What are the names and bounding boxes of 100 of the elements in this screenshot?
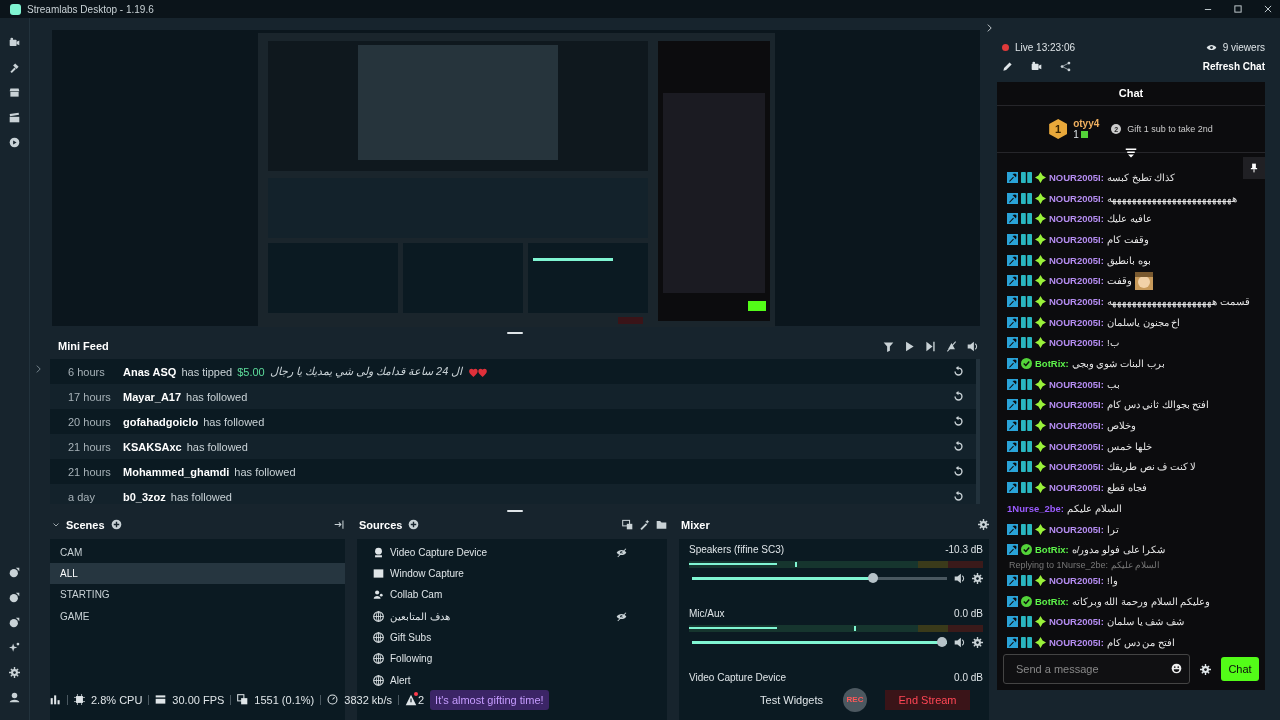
chat-message: وقفت كام [1106, 233, 1149, 245]
chat-message: شف شف يا سلمان [1106, 616, 1184, 628]
source-item[interactable]: Window Capture [390, 568, 627, 580]
chevron-icon[interactable] [52, 520, 60, 529]
source-item[interactable]: Following [390, 653, 627, 665]
volume-reading: -10.3 dB [945, 543, 983, 555]
event-action: has followed [203, 415, 265, 428]
chat-message: ب! [1106, 337, 1119, 349]
chat-message: هههههههههههههههههههههههههه [1106, 192, 1237, 204]
speaker-icon[interactable] [954, 636, 965, 648]
gavel-icon [1007, 378, 1018, 390]
scene-item[interactable]: ALL [50, 562, 345, 585]
store-icon[interactable] [9, 87, 20, 98]
emoji-icon[interactable] [1171, 663, 1182, 674]
replay-icon[interactable] [953, 491, 964, 503]
diamond-icon [1035, 316, 1046, 328]
warning-icon[interactable] [405, 693, 417, 706]
clapperboard-icon[interactable] [9, 112, 20, 123]
chat-username: NOUR2005I: [1049, 213, 1104, 225]
filter-icon[interactable] [883, 340, 894, 352]
test-widgets-button[interactable]: Test Widgets [754, 692, 829, 707]
wand-icon[interactable] [639, 519, 650, 531]
camera-icon[interactable] [1031, 61, 1042, 72]
chat-message: وخلاص [1106, 420, 1136, 432]
badge-icon [1021, 461, 1032, 473]
diamond-icon [1035, 275, 1046, 287]
chat-message: قسمت هههههههههههههههههههههه [1106, 295, 1250, 307]
chat-username: BotRix: [1035, 544, 1069, 556]
replay-icon[interactable] [953, 366, 964, 378]
event-time: a day [68, 490, 96, 503]
badge-icon [1021, 233, 1032, 245]
play-icon[interactable] [904, 340, 915, 352]
scene-item[interactable]: GAME [50, 605, 345, 627]
gavel-icon [1007, 399, 1018, 411]
settings-icon[interactable] [978, 519, 989, 531]
replay-icon[interactable] [953, 466, 964, 478]
pin-button[interactable] [1243, 157, 1265, 179]
copy-icon[interactable] [622, 519, 633, 531]
frames-icon [237, 694, 249, 706]
brush-icon[interactable] [9, 62, 20, 73]
end-stream-button[interactable]: End Stream [885, 689, 970, 710]
source-item[interactable]: هدف المتابعين [390, 610, 610, 622]
speaker-icon[interactable] [954, 572, 965, 584]
maximize-icon [1233, 4, 1243, 14]
eye-slash-icon[interactable] [616, 546, 627, 558]
chat-message: برب البنات شوي وبجي [1071, 358, 1165, 370]
reply-context: Replying to 1Nurse_2be: السلام عليكم [1008, 560, 1162, 571]
source-item[interactable]: Collab Cam [390, 589, 627, 601]
scene-item[interactable]: CAM [50, 541, 345, 563]
refresh-chat-button[interactable]: Refresh Chat [1202, 61, 1265, 72]
slider-thumb[interactable] [937, 637, 947, 648]
settings-icon[interactable] [1200, 663, 1211, 675]
gavel-icon [1007, 295, 1018, 307]
expand-icon[interactable] [34, 363, 43, 375]
pencil-icon[interactable] [1002, 61, 1013, 72]
source-item[interactable]: Alert [390, 674, 627, 686]
badge-icon [1021, 523, 1032, 535]
settings-icon[interactable] [972, 636, 983, 648]
diamond-icon [1035, 523, 1046, 535]
check-icon [1021, 358, 1032, 370]
source-item[interactable]: Gift Subs [390, 631, 627, 643]
replay-icon[interactable] [953, 416, 964, 428]
gavel-icon [1007, 544, 1018, 556]
add-icon[interactable] [110, 519, 122, 531]
share-icon[interactable] [1060, 61, 1071, 72]
window-title: Streamlabs Desktop - 1.19.6 [27, 3, 154, 15]
slider-thumb[interactable] [868, 573, 879, 584]
panel-title: Mini Feed [58, 340, 110, 353]
chat-username: NOUR2005I: [1049, 192, 1104, 204]
eye-slash-icon[interactable] [616, 610, 627, 622]
webcam-icon [373, 546, 384, 558]
replay-icon[interactable] [953, 441, 964, 453]
diamond-icon [1035, 337, 1046, 349]
add-icon[interactable] [408, 519, 420, 531]
stats-icon[interactable] [50, 694, 61, 706]
replay-icon[interactable] [953, 391, 964, 403]
close-icon [1263, 4, 1273, 14]
settings-icon[interactable] [972, 572, 983, 584]
user-icon[interactable] [9, 692, 20, 703]
sparkle-icon[interactable] [9, 642, 20, 653]
collapse-panel-icon[interactable] [334, 519, 345, 531]
scene-item[interactable]: STARTING [50, 584, 345, 606]
speaker-icon[interactable] [967, 340, 978, 352]
camera-icon[interactable] [9, 37, 20, 48]
folder-icon[interactable] [656, 519, 667, 531]
chat-message: اخ مجنون ياسلمان [1106, 316, 1181, 328]
settings-icon[interactable] [9, 667, 20, 678]
chat-message: خلها خمس [1106, 440, 1152, 452]
play-icon[interactable] [9, 137, 20, 148]
collapse-icon[interactable] [985, 22, 994, 34]
chat-username: NOUR2005I: [1049, 399, 1104, 411]
skip-icon[interactable] [925, 340, 936, 352]
volume-reading: 0.0 dB [954, 607, 983, 619]
source-item[interactable]: Video Capture Device [390, 546, 610, 558]
menu-icon[interactable] [1125, 147, 1137, 159]
gavel-icon [1007, 440, 1018, 452]
diamond-icon [1035, 192, 1046, 204]
message-field[interactable]: Send a message [1003, 654, 1190, 684]
send-button[interactable]: Chat [1221, 657, 1259, 681]
chat-message: افتح من دس كام [1106, 636, 1175, 648]
